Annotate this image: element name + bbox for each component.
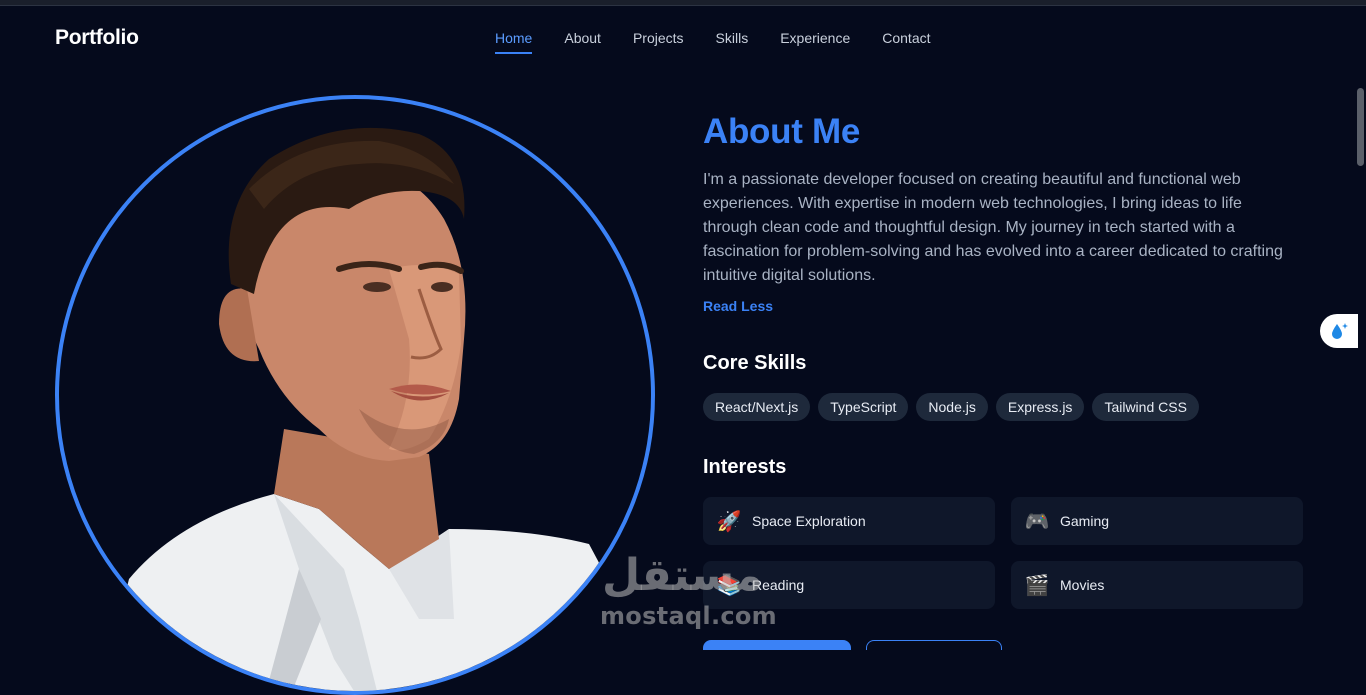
about-title: About Me — [703, 112, 861, 151]
skill-chip: React/Next.js — [703, 393, 811, 421]
clapperboard-icon: 🎬 — [1024, 574, 1050, 597]
interest-card: 🎬 Movies — [1011, 561, 1303, 609]
skill-chip: Express.js — [995, 393, 1085, 421]
interest-card: 🚀 Space Exploration — [703, 497, 995, 545]
skill-chip: Node.js — [916, 393, 988, 421]
nav-contact[interactable]: Contact — [882, 30, 930, 54]
read-less-button[interactable]: Read Less — [703, 298, 773, 314]
skill-chip: Tailwind CSS — [1092, 393, 1199, 421]
scrollbar-thumb[interactable] — [1357, 88, 1364, 166]
interest-label: Gaming — [1060, 513, 1110, 529]
portrait-illustration — [101, 127, 651, 691]
about-bio: I'm a passionate developer focused on cr… — [703, 171, 1283, 284]
nav-about[interactable]: About — [564, 30, 601, 54]
secondary-cta-button[interactable] — [866, 640, 1002, 650]
watermark: مستقل mostaql.com — [598, 550, 777, 640]
nav-projects[interactable]: Projects — [633, 30, 684, 54]
skill-chip: TypeScript — [818, 393, 909, 421]
interests-title: Interests — [703, 456, 787, 478]
watermark-latin: mostaql.com — [600, 602, 777, 630]
nav-skills[interactable]: Skills — [716, 30, 749, 54]
profile-photo — [55, 95, 655, 695]
logo[interactable]: Portfolio — [55, 26, 139, 50]
nav-experience[interactable]: Experience — [780, 30, 850, 54]
water-drop-icon — [1332, 323, 1348, 339]
interest-card: 🎮 Gaming — [1011, 497, 1303, 545]
gamepad-icon: 🎮 — [1024, 510, 1050, 533]
primary-cta-button[interactable] — [703, 640, 851, 650]
floating-extension-button[interactable] — [1320, 314, 1358, 348]
watermark-arabic: مستقل — [602, 550, 763, 601]
about-section: About Me I'm a passionate developer focu… — [703, 112, 1303, 316]
core-skills-title: Core Skills — [703, 352, 807, 374]
navbar: Portfolio Home About Projects Skills Exp… — [0, 6, 1366, 70]
rocket-icon: 🚀 — [716, 510, 742, 533]
skills-list: React/Next.js TypeScript Node.js Express… — [703, 393, 1199, 421]
interest-label: Space Exploration — [752, 513, 866, 529]
interest-label: Movies — [1060, 577, 1105, 593]
nav-links: Home About Projects Skills Experience Co… — [495, 30, 963, 54]
nav-home[interactable]: Home — [495, 30, 533, 54]
